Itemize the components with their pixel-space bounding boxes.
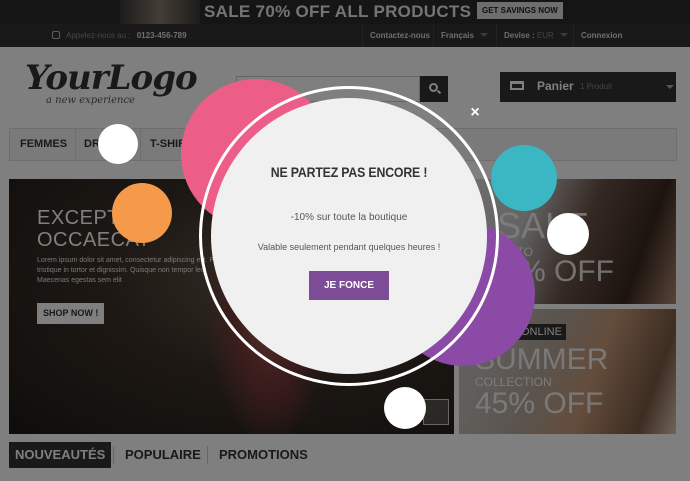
popup-validity-text: Valable seulement pendant quelques heure… bbox=[257, 242, 441, 252]
je-fonce-button[interactable]: JE FONCE bbox=[309, 271, 389, 300]
decor-circle-teal bbox=[491, 145, 557, 211]
popup-title: NE PARTEZ PAS ENCORE ! bbox=[270, 164, 428, 180]
popup-discount-text: -10% sur toute la boutique bbox=[290, 212, 408, 223]
close-icon[interactable]: × bbox=[468, 105, 482, 121]
decor-circle-white bbox=[98, 124, 138, 164]
decor-circle-white bbox=[547, 213, 589, 255]
exit-intent-popup: NE PARTEZ PAS ENCORE ! -10% sur toute la… bbox=[211, 98, 487, 374]
decor-circle-white bbox=[384, 387, 426, 429]
decor-circle-orange bbox=[112, 183, 172, 243]
